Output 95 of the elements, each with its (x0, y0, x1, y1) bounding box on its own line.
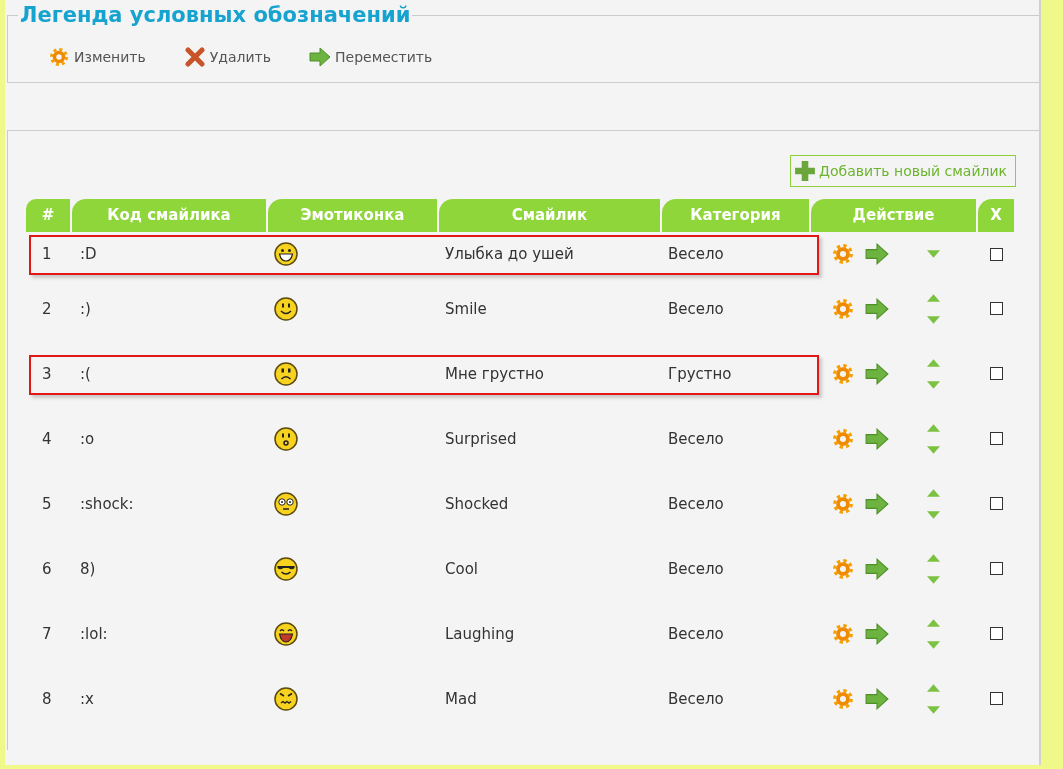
column-header: Действие (811, 199, 976, 232)
column-header: Код смайлика (72, 199, 266, 232)
move-up-icon[interactable] (927, 617, 940, 627)
column-header: X (978, 199, 1014, 232)
smiley-face-icon (274, 621, 298, 646)
move-down-icon[interactable] (927, 445, 940, 455)
smiley-code: :lol: (80, 624, 108, 643)
move-down-icon[interactable] (927, 315, 940, 325)
smiley-code: :D (80, 245, 97, 263)
smiley-face-icon (274, 686, 298, 711)
checkbox[interactable] (989, 562, 1003, 575)
row-number: 7 (42, 624, 52, 643)
move-up-icon[interactable] (927, 682, 940, 692)
gear-icon[interactable] (831, 557, 855, 580)
move-down-icon[interactable] (927, 640, 940, 650)
move-down-icon[interactable] (927, 380, 940, 390)
smiley-name: Cool (445, 559, 478, 578)
move-up-icon[interactable] (927, 552, 940, 562)
checkbox[interactable] (989, 692, 1003, 705)
smiley-code: 8) (80, 559, 96, 578)
smiley-code: :o (80, 429, 95, 448)
checkbox[interactable] (989, 432, 1003, 445)
smiley-code: :x (80, 689, 94, 708)
gear-icon[interactable] (831, 243, 855, 265)
arrow-icon[interactable] (865, 622, 889, 645)
gear-icon[interactable] (831, 622, 855, 645)
legend-label: Переместить (335, 49, 433, 65)
legend-title: Легенда условных обозначений (19, 3, 412, 27)
move-down-icon[interactable] (927, 575, 940, 585)
category-name: Весело (668, 559, 724, 578)
arrow-icon (309, 47, 331, 67)
checkbox[interactable] (989, 497, 1003, 510)
arrow-icon[interactable] (865, 557, 889, 580)
gear-icon (48, 47, 70, 67)
move-up-icon[interactable] (927, 292, 940, 302)
smiley-code: :( (80, 364, 91, 383)
cross-icon (183, 47, 206, 67)
smiley-name: Мне грустно (445, 364, 544, 383)
category-name: Весело (668, 299, 724, 318)
checkbox[interactable] (989, 247, 1003, 261)
legend-label: Удалить (209, 49, 271, 65)
plus-icon (794, 160, 817, 182)
gear-icon[interactable] (831, 297, 855, 320)
move-down-icon[interactable] (927, 249, 940, 259)
gear-icon[interactable] (831, 492, 855, 515)
category-name: Весело (668, 429, 724, 448)
column-header: Категория (662, 199, 809, 232)
smiley-face-icon (274, 426, 298, 451)
smiley-face-icon (274, 491, 298, 516)
move-up-icon[interactable] (927, 487, 940, 497)
arrow-icon[interactable] (865, 297, 889, 320)
gear-icon[interactable] (831, 362, 855, 385)
move-down-icon[interactable] (927, 705, 940, 715)
smiley-name: Laughing (445, 624, 515, 643)
arrow-icon[interactable] (865, 362, 889, 385)
smiley-name: Smile (445, 299, 487, 318)
arrow-icon[interactable] (865, 492, 889, 515)
column-header: Смайлик (439, 199, 660, 232)
gear-icon[interactable] (831, 427, 855, 450)
row-number: 2 (42, 299, 52, 318)
row-number: 5 (42, 494, 52, 513)
arrow-icon[interactable] (865, 687, 889, 710)
row-number: 8 (42, 689, 52, 708)
smiley-face-icon (274, 242, 298, 266)
smiley-face-icon (274, 361, 298, 386)
arrow-icon[interactable] (865, 427, 889, 450)
row-number: 1 (42, 245, 52, 263)
move-up-icon[interactable] (927, 422, 940, 432)
column-header: Эмотиконка (268, 199, 437, 232)
category-name: Грустно (668, 364, 732, 383)
arrow-icon[interactable] (865, 243, 889, 265)
row-number: 6 (42, 559, 52, 578)
checkbox[interactable] (989, 302, 1003, 315)
checkbox[interactable] (989, 627, 1003, 640)
move-down-icon[interactable] (927, 510, 940, 520)
smiley-name: Shocked (445, 494, 509, 513)
category-name: Весело (668, 245, 724, 263)
checkbox[interactable] (989, 367, 1003, 380)
add-smiley-button[interactable]: Добавить новый смайлик (790, 155, 1016, 187)
category-name: Весело (668, 689, 724, 708)
smiley-code: :) (80, 299, 91, 318)
smiley-name: Mad (445, 689, 477, 708)
category-name: Весело (668, 494, 724, 513)
move-up-icon[interactable] (927, 357, 940, 367)
smiley-name: Улыбка до ушей (445, 245, 574, 263)
column-header: # (26, 199, 70, 232)
smiley-face-icon (274, 556, 298, 581)
category-name: Весело (668, 624, 724, 643)
smiley-code: :shock: (80, 494, 134, 513)
smiley-face-icon (274, 296, 298, 321)
smiley-name: Surprised (445, 429, 517, 448)
gear-icon[interactable] (831, 687, 855, 710)
row-number: 3 (42, 364, 52, 383)
row-number: 4 (42, 429, 52, 448)
legend-label: Изменить (74, 49, 146, 65)
